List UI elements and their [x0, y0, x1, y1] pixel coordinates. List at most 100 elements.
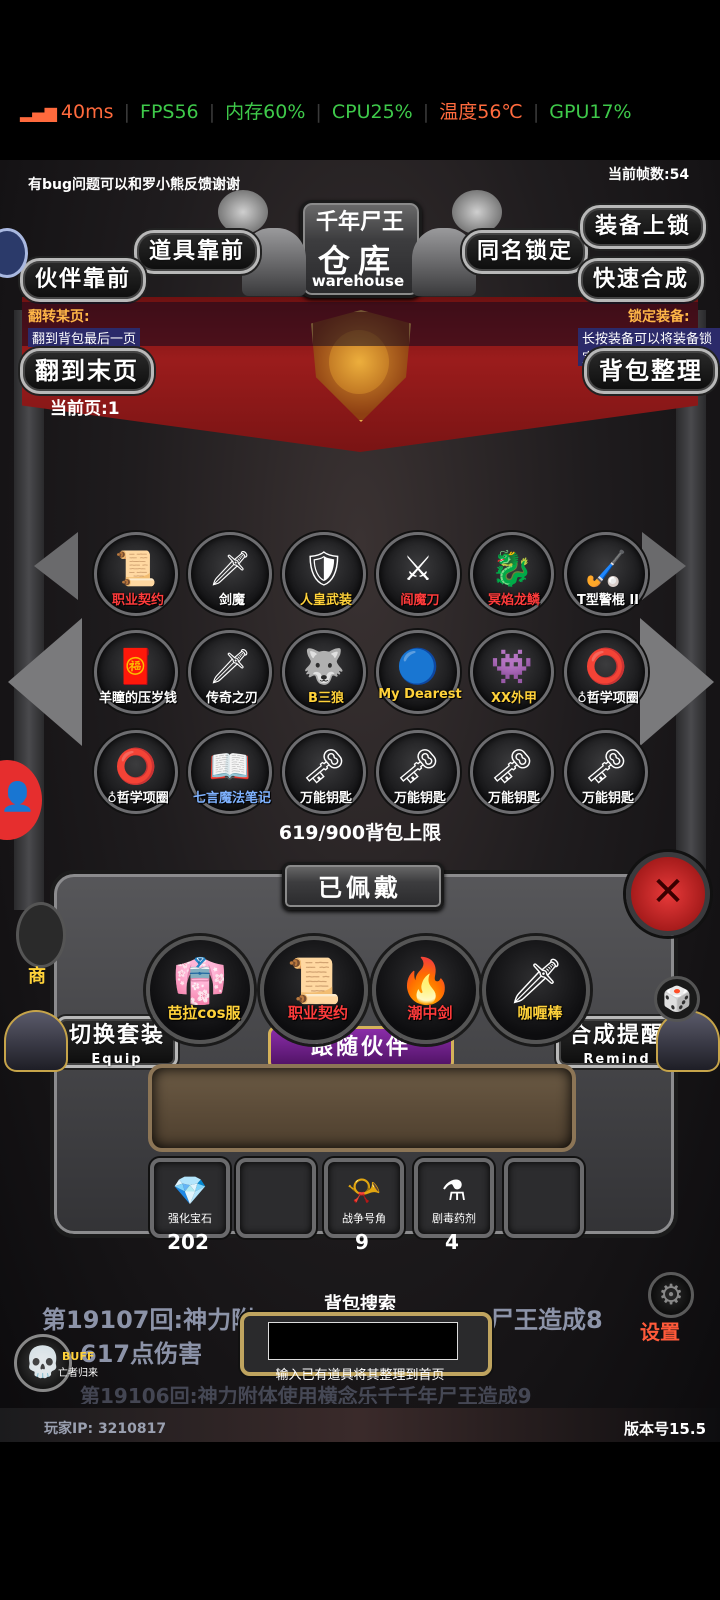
consumable-slot[interactable]: 💎 强化宝石 [150, 1158, 230, 1238]
item-icon: 🗡 [208, 647, 252, 688]
item-icon: 🔵 [396, 647, 440, 688]
item-icon: 🗝 [584, 747, 628, 788]
merge-remind-label: 合成提醒 [569, 1023, 666, 1048]
equip-lock-button[interactable]: 装备上锁 [580, 205, 707, 249]
inventory-slot[interactable]: 🧧 羊瞳的压岁钱 [94, 630, 178, 714]
item-icon: 🐺 [302, 647, 346, 688]
next-page-arrow-icon[interactable] [640, 618, 714, 746]
items-first-button[interactable]: 道具靠前 [134, 230, 261, 274]
inventory-slot[interactable]: 🗝 万能钥匙 [564, 730, 648, 814]
companions-first-button[interactable]: 伙伴靠前 [20, 258, 147, 302]
buff-desc: 亡者归来 [58, 1368, 98, 1379]
inventory-slot[interactable]: 📜 职业契约 [94, 532, 178, 616]
consumable-count: 202 [167, 1230, 209, 1254]
battle-log-line-1b: 尸王造成8 [490, 1306, 603, 1334]
ping-text: 40ms [60, 101, 114, 123]
inventory-slot[interactable]: 🐺 B三狼 [282, 630, 366, 714]
inventory-slot[interactable]: 🗡 剑魔 [188, 532, 272, 616]
consumable-slot[interactable] [236, 1158, 316, 1238]
switch-set-label: 切换套装 [69, 1023, 166, 1048]
equipped-slot[interactable]: 🔥 潮中剑 [372, 936, 480, 1044]
item-icon: 🏑 [584, 549, 628, 590]
item-icon: 🛡 [302, 549, 346, 590]
consumable-icon: 💎 [172, 1173, 208, 1207]
inventory-slot[interactable]: 🏑 T型警棍 II [564, 532, 648, 616]
item-icon: 🗡 [208, 549, 252, 590]
memory-text: 内存60% [225, 101, 306, 123]
companion-shelf [148, 1064, 576, 1152]
equipped-item-icon: 🗡 [508, 956, 564, 1007]
item-label: 万能钥匙 [581, 791, 634, 806]
battle-log-line-1: 第19107回:神力附 [42, 1306, 256, 1334]
inventory-slot[interactable]: 🗝 万能钥匙 [282, 730, 366, 814]
go-last-page-button[interactable]: 翻到末页 [20, 348, 154, 394]
flip-page-hint-desc: 翻到背包最后一页 [28, 328, 141, 347]
item-icon: 📖 [208, 747, 252, 788]
player-ip: 玩家IP: 3210817 [44, 1421, 167, 1437]
item-icon: ⭕ [114, 747, 158, 788]
gpu-text: GPU17% [549, 101, 632, 123]
skull-ornament-left-icon [218, 190, 268, 234]
bag-capacity: 619/900背包上限 [278, 822, 442, 844]
consumable-slot[interactable]: 📯 战争号角 [324, 1158, 404, 1238]
settings-gear-icon[interactable]: ⚙ [648, 1272, 694, 1318]
user-icon: 👤 [0, 780, 35, 813]
feedback-text: 有bug问题可以和罗小熊反馈谢谢 [28, 177, 241, 193]
signal-icon: ▂▄▆ [20, 103, 57, 122]
inventory-slot[interactable]: 🔵 My Dearest [376, 630, 462, 714]
inventory-slot[interactable]: 🗡 传奇之刃 [188, 630, 272, 714]
consumable-slot[interactable]: ⚗ 剧毒药剂 [414, 1158, 494, 1238]
quick-merge-button[interactable]: 快速合成 [578, 258, 705, 302]
inventory-slot[interactable]: 🐉 冥焰龙鳞 [470, 532, 554, 616]
inventory-slot[interactable]: ⭕ ♁哲学项圈 [94, 730, 178, 814]
current-page: 当前页:1 [50, 399, 120, 419]
consumable-count: 4 [445, 1230, 459, 1254]
cpu-text: CPU25% [331, 101, 413, 123]
item-icon: 📜 [114, 549, 158, 590]
inventory-slot[interactable]: ⚔ 阎魔刀 [376, 532, 460, 616]
shop-label: 商 [28, 966, 46, 987]
search-hint: 输入已有道具将其整理到首页 [275, 1368, 445, 1383]
temperature-text: 温度56℃ [439, 101, 523, 123]
consumable-count: 9 [355, 1230, 369, 1254]
same-name-lock-button[interactable]: 同名锁定 [462, 230, 589, 274]
lock-equip-hint-title: 锁定装备: [628, 309, 690, 325]
prev-page-small-arrow-icon[interactable] [34, 532, 78, 600]
shop-icon[interactable] [16, 902, 66, 968]
equipped-slot[interactable]: 🗡 咖喱棒 [482, 936, 590, 1044]
prev-page-arrow-icon[interactable] [8, 618, 82, 746]
item-icon: 🧧 [114, 647, 158, 688]
consumable-label: 战争号角 [342, 1212, 386, 1225]
equipped-slot[interactable]: 👘 芭拉cos服 [146, 936, 254, 1044]
equipped-item-icon: 🔥 [398, 956, 454, 1007]
close-button[interactable]: ✕ [626, 852, 710, 936]
buff-label: BUFF [62, 1350, 95, 1363]
version-text: 版本号15.5 [624, 1420, 707, 1438]
inventory-slot[interactable]: 🛡 人皇武装 [282, 532, 366, 616]
search-input[interactable] [268, 1322, 458, 1360]
inventory-slot[interactable]: 📖 七言魔法笔记 [188, 730, 272, 814]
item-icon: 🐉 [490, 549, 534, 590]
inventory-slot[interactable]: 🗝 万能钥匙 [470, 730, 554, 814]
dice-icon[interactable]: 🎲 [654, 976, 700, 1022]
buff-skull-icon[interactable]: 💀 [14, 1334, 72, 1392]
item-icon: 🗝 [490, 747, 534, 788]
fps-text: FPS56 [140, 101, 199, 123]
equipped-slot[interactable]: 📜 职业契约 [260, 936, 368, 1044]
bag-sort-button[interactable]: 背包整理 [584, 348, 718, 394]
consumable-label: 强化宝石 [168, 1212, 212, 1225]
settings-button[interactable]: 设置 [640, 1316, 680, 1345]
inventory-slot[interactable]: 👾 XX外甲 [470, 630, 554, 714]
consumable-slot[interactable] [504, 1158, 584, 1238]
item-icon: 👾 [490, 647, 534, 688]
consumable-icon: ⚗ [441, 1173, 467, 1207]
flip-page-hint-title: 翻转某页: [28, 309, 90, 325]
equipped-title: 已佩戴 [318, 874, 402, 902]
inventory-slot[interactable]: ⭕ ♁哲学项圈 [564, 630, 648, 714]
consumable-label: 剧毒药剂 [432, 1212, 476, 1225]
close-icon: ✕ [651, 869, 685, 915]
consumable-icon: 📯 [346, 1173, 382, 1207]
inventory-slot[interactable]: 🗝 万能钥匙 [376, 730, 460, 814]
item-icon: ⚔ [402, 549, 434, 590]
phone-status-bar: ▂▄▆ 40ms | FPS56 | 内存60% | CPU25% | 温度56℃… [0, 0, 720, 160]
